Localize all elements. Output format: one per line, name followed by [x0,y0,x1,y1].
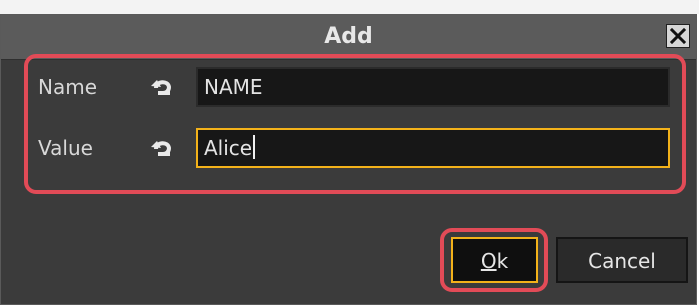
reset-arrow-icon[interactable] [148,75,176,99]
ok-button[interactable]: Ok [451,237,538,283]
value-label: Value [38,136,93,160]
value-row: Value Alice [38,128,678,168]
cancel-button[interactable]: Cancel [556,237,688,283]
background-window [0,0,699,14]
ok-label-rest: k [496,249,509,273]
ok-mnemonic: O [480,249,497,273]
close-button[interactable] [666,24,690,48]
value-input[interactable]: Alice [196,128,670,168]
reset-arrow-icon[interactable] [148,136,176,160]
name-row: Name NAME [38,67,678,107]
value-input-text: Alice [204,136,253,160]
text-caret [253,135,256,159]
name-label: Name [38,75,98,99]
close-icon [669,27,687,45]
dialog-title: Add [324,24,373,49]
name-input[interactable]: NAME [196,67,670,107]
